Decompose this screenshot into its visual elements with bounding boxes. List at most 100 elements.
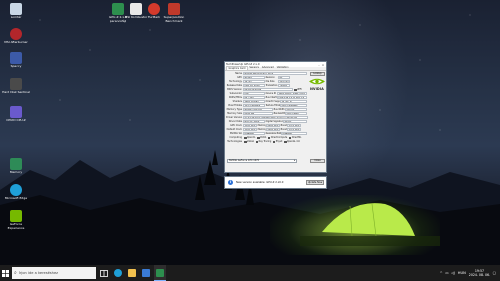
computing-opencl-label: OpenCL bbox=[246, 136, 256, 140]
gpuz-window: TechPowerUp GPU-Z 2.x.0 – × Graphics Car… bbox=[224, 61, 327, 173]
volume-icon[interactable]: ◁) bbox=[451, 271, 455, 275]
field-name: NVIDIA GeForce GTX 1070 bbox=[243, 72, 307, 76]
gpu-z-icon bbox=[156, 268, 164, 277]
tech-physx-label: PhysX bbox=[275, 140, 283, 144]
computing-cuda: CUDA bbox=[256, 136, 267, 139]
field-bios-version: 86.04.50.00.88 bbox=[243, 88, 293, 92]
field-resizable-bar: Disabled bbox=[281, 132, 307, 136]
nvidia-logo-text: NVIDIA bbox=[310, 87, 324, 91]
desktop-icon-recycle-bin[interactable]: Lomtár bbox=[2, 3, 30, 20]
field-texture-fillrate: 216.5 GTexel/s bbox=[280, 104, 307, 108]
hard-disk-sentinel-icon bbox=[10, 78, 22, 90]
speccy-icon bbox=[10, 52, 22, 64]
task-view-icon bbox=[100, 269, 108, 277]
close-button[interactable]: Close bbox=[310, 159, 325, 163]
taskbar-edge[interactable] bbox=[112, 265, 124, 281]
desktop-icon-edge[interactable]: Microsoft Edge bbox=[2, 184, 30, 201]
label-release-date: Release Date bbox=[226, 84, 242, 88]
field-driver-date: Nov 23, 2020 bbox=[243, 120, 265, 124]
taskbar-file-explorer[interactable] bbox=[126, 265, 138, 281]
label-texture-fillrate: Texture Fillrate bbox=[265, 104, 282, 108]
label-shaders: Shaders bbox=[232, 100, 242, 104]
field-shaders: 1920 Unified bbox=[243, 100, 265, 104]
clock-date: 2024. 08. 06. bbox=[468, 273, 491, 277]
tech-opengl: OpenGL 4.6 bbox=[283, 140, 300, 143]
computing-directml: DirectML bbox=[288, 136, 302, 139]
folder-icon bbox=[128, 269, 136, 277]
label-boost: Boost bbox=[280, 124, 287, 128]
tech-ray-tracing: Ray Tracing bbox=[255, 140, 272, 143]
close-window-button[interactable]: × bbox=[321, 63, 325, 67]
uefi-checkbox[interactable]: UEFI bbox=[293, 88, 302, 91]
computing-directcompute-label: DirectCompute bbox=[270, 136, 288, 140]
field-gpu-clock: 1595 MHz bbox=[243, 124, 257, 128]
desktop-icon-speccy[interactable]: Speccy bbox=[2, 52, 30, 69]
search-icon: ⌕ bbox=[14, 270, 17, 276]
field-nvidia-sli: Disabled bbox=[243, 132, 265, 136]
chevron-down-icon: ▾ bbox=[293, 159, 295, 162]
tab-graphics-card[interactable]: Graphics Card bbox=[226, 66, 248, 70]
taskbar-search[interactable]: ⌕ bbox=[12, 267, 96, 279]
desktop-icon-memory[interactable]: Memory bbox=[2, 158, 30, 175]
desktop-icon-geforce-experience[interactable]: GeForce Experience bbox=[2, 210, 30, 230]
label-memory-size: Memory Size bbox=[227, 112, 242, 116]
gpuz-body: Lookup NVIDIA Name NVIDIA GeForce GTX 10… bbox=[225, 71, 326, 169]
language-indicator[interactable]: HUN bbox=[458, 271, 466, 275]
start-button[interactable] bbox=[0, 265, 10, 281]
gpu-select[interactable]: NVIDIA GeForce GTX 1070 ▾ bbox=[227, 159, 297, 163]
field-die-size: 314 mm² bbox=[278, 80, 290, 84]
field-technology: 16 nm bbox=[243, 80, 265, 84]
tab-sensors[interactable]: Sensors bbox=[248, 66, 260, 70]
notifications-icon[interactable]: ▢ bbox=[493, 271, 496, 275]
label-nvidia-sli: NVIDIA SLI bbox=[229, 132, 242, 136]
lookup-button[interactable]: Lookup bbox=[310, 72, 325, 76]
label-rops-tmus: ROPs/TMUs bbox=[229, 96, 242, 100]
tab-validation[interactable]: Validation bbox=[275, 66, 290, 70]
label-memory-type: Memory Type bbox=[226, 108, 242, 112]
desktop-icon-superposition[interactable]: Superposition Benchmark bbox=[160, 3, 188, 23]
desktop-icon-label: MSI Afterburner bbox=[4, 40, 28, 44]
windows-logo-icon bbox=[1, 269, 9, 277]
chevron-up-icon[interactable]: ^ bbox=[440, 271, 443, 275]
label-bios-version: BIOS Version bbox=[227, 88, 242, 92]
label-bus-width: Bus Width bbox=[273, 108, 285, 112]
edge-icon bbox=[10, 184, 22, 196]
network-icon[interactable]: ▭ bbox=[445, 271, 448, 275]
label-bus-interface: Bus Interface bbox=[265, 96, 281, 100]
label-gpu: GPU bbox=[237, 76, 242, 80]
label-technologies: Technologies bbox=[227, 140, 242, 144]
tech-opengl-label: OpenGL 4.6 bbox=[286, 140, 300, 144]
desktop-icon-label: CPUID CPU-Z bbox=[6, 118, 26, 122]
computing-opencl: OpenCL bbox=[243, 136, 256, 139]
field-digital-signature: WHQL bbox=[283, 120, 307, 124]
computing-directml-label: DirectML bbox=[291, 136, 302, 140]
label-boost: Boost bbox=[280, 128, 287, 132]
system-tray: ^ ▭ ◁) HUN 19:57 2024. 08. 06. ▢ bbox=[437, 265, 496, 281]
update-now-button[interactable]: Update Now bbox=[306, 180, 324, 185]
label-name: Name bbox=[235, 72, 242, 76]
desktop-icon-label: Lomtár bbox=[10, 15, 22, 19]
clock[interactable]: 19:57 2024. 08. 06. bbox=[469, 269, 490, 277]
label-revision: Revision bbox=[265, 76, 275, 80]
computing-directcompute: DirectCompute bbox=[267, 136, 288, 139]
field-default-memory-clock: 2002 MHz bbox=[266, 128, 280, 132]
field-bandwidth: 256.3 GB/s bbox=[285, 112, 307, 116]
taskbar-store[interactable] bbox=[140, 265, 152, 281]
desktop-icon-msi-afterburner[interactable]: MSI Afterburner bbox=[2, 28, 30, 45]
desktop-icon-cpu-z[interactable]: CPUID CPU-Z bbox=[2, 106, 30, 123]
label-memory: Memory bbox=[257, 128, 267, 132]
field-revision: A1 bbox=[278, 76, 290, 80]
nvidia-eye-icon bbox=[309, 78, 325, 85]
label-gpu-clock: GPU Clock bbox=[230, 124, 242, 128]
tab-advanced[interactable]: Advanced bbox=[260, 66, 275, 70]
search-input[interactable] bbox=[18, 271, 95, 275]
tech-ray-tracing-label: Ray Tracing bbox=[258, 140, 272, 144]
field-memory-clock: 2002 MHz bbox=[266, 124, 280, 128]
taskbar: ⌕ ^ ▭ ◁) HUN 19:57 2024. 08. 06. ▢ bbox=[0, 265, 500, 281]
geforce-experience-icon bbox=[10, 210, 22, 222]
taskbar-gpuz[interactable] bbox=[154, 265, 166, 281]
task-view-button[interactable] bbox=[98, 265, 110, 281]
label-directx: DirectX Support bbox=[265, 100, 283, 104]
tech-vulkan-label: Vulkan bbox=[246, 140, 255, 144]
desktop-icon-hard-disk-sentinel[interactable]: Hard Disk Sentinel bbox=[2, 78, 30, 95]
